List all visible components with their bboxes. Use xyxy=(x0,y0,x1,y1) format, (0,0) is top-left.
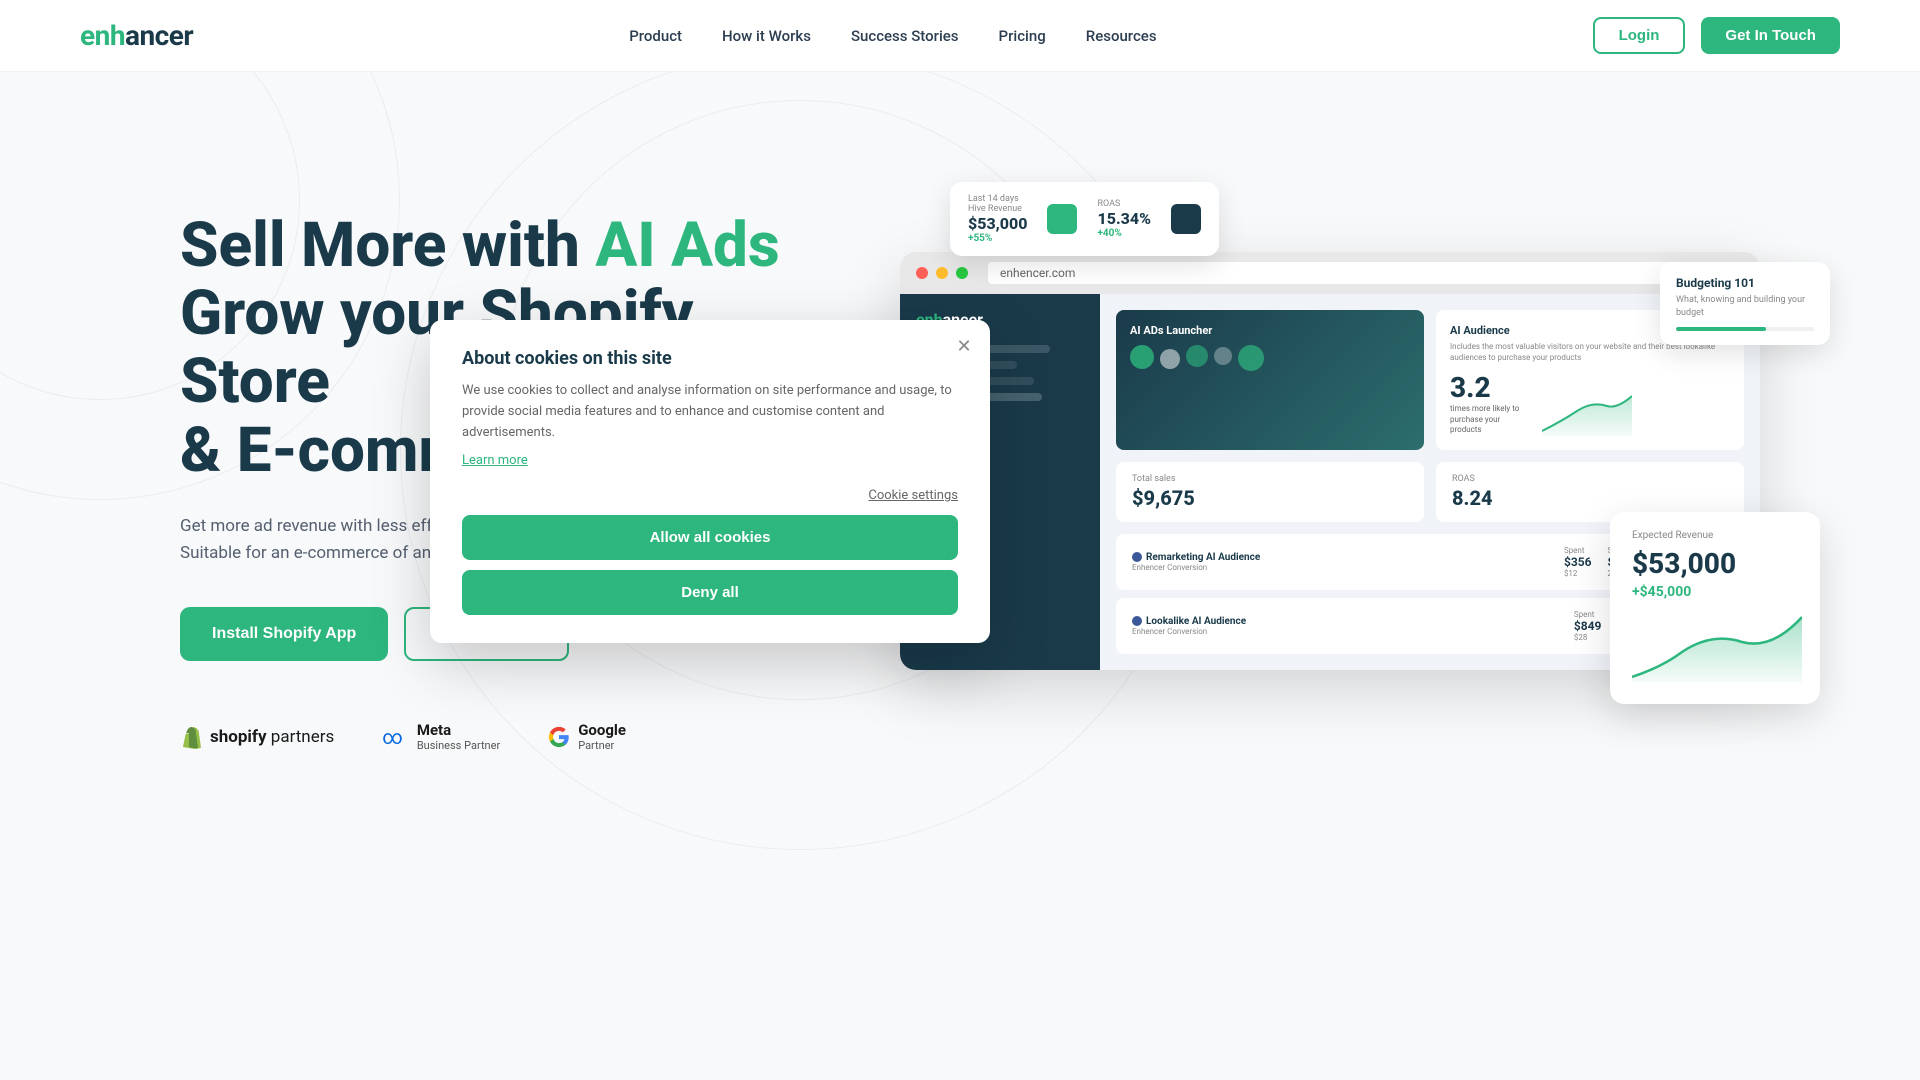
cookie-close-button[interactable]: ✕ xyxy=(952,334,976,358)
cookie-dialog: ✕ About cookies on this site We use cook… xyxy=(430,320,990,643)
cookie-learn-more-link[interactable]: Learn more xyxy=(462,453,958,468)
cookie-overlay: ✕ About cookies on this site We use cook… xyxy=(0,0,1920,1080)
cookie-settings-link[interactable]: Cookie settings xyxy=(868,488,958,503)
deny-all-cookies-button[interactable]: Deny all xyxy=(462,570,958,615)
cookie-buttons: Allow all cookies Deny all xyxy=(462,515,958,615)
cookie-title: About cookies on this site xyxy=(462,348,958,369)
cookie-actions-header: Cookie settings xyxy=(462,488,958,503)
allow-all-cookies-button[interactable]: Allow all cookies xyxy=(462,515,958,560)
cookie-body-text: We use cookies to collect and analyse in… xyxy=(462,381,958,443)
